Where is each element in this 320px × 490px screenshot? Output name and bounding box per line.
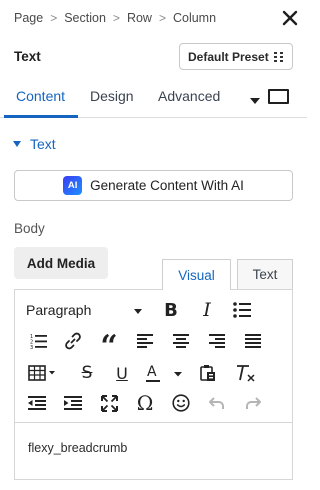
editor-toolbar: Paragraph B I 123 “ S U A Ω <box>15 290 292 423</box>
tab-content[interactable]: Content <box>16 88 65 104</box>
bullet-list-icon[interactable] <box>231 300 253 320</box>
numbered-list-icon[interactable]: 123 <box>27 331 49 351</box>
italic-icon[interactable]: I <box>196 299 218 321</box>
tab-design[interactable]: Design <box>90 88 134 104</box>
tab-visual-editor[interactable]: Visual <box>162 259 231 290</box>
svg-text:A: A <box>147 364 157 380</box>
body-label: Body <box>14 221 45 236</box>
section-label: Text <box>30 136 56 152</box>
breadcrumb-page[interactable]: Page <box>14 11 43 25</box>
align-justify-icon[interactable] <box>243 332 263 350</box>
grid-icon <box>273 51 283 62</box>
triangle-down-icon <box>13 141 21 147</box>
generate-ai-button[interactable]: AI Generate Content With AI <box>14 170 293 201</box>
element-title: Text <box>14 49 41 64</box>
breadcrumb: Page > Section > Row > Column <box>14 11 216 25</box>
preset-dropdown-button[interactable]: Default Preset <box>179 43 293 70</box>
clear-formatting-icon[interactable] <box>233 361 257 385</box>
emoji-icon[interactable] <box>170 392 192 414</box>
chevron-right-icon: > <box>158 11 166 25</box>
add-media-button[interactable]: Add Media <box>14 247 108 279</box>
breadcrumb-row[interactable]: Row <box>127 11 152 25</box>
generate-ai-label: Generate Content With AI <box>90 178 244 193</box>
chevron-right-icon: > <box>50 11 58 25</box>
editor-content[interactable]: flexy_breadcrumb <box>28 441 127 455</box>
format-select-value: Paragraph <box>26 302 92 318</box>
outdent-icon[interactable] <box>27 394 47 412</box>
special-character-icon[interactable]: Ω <box>133 391 157 415</box>
caret-down-icon <box>134 309 142 314</box>
svg-text:3: 3 <box>30 345 33 349</box>
indent-icon[interactable] <box>63 394 83 412</box>
ai-icon: AI <box>63 176 83 195</box>
align-left-icon[interactable] <box>135 332 155 350</box>
preset-label: Default Preset <box>188 49 269 64</box>
breadcrumb-column[interactable]: Column <box>173 11 216 25</box>
breadcrumb-section[interactable]: Section <box>64 11 106 25</box>
close-icon[interactable] <box>281 9 299 27</box>
rich-text-editor: Paragraph B I 123 “ S U A Ω flexy_breadc… <box>14 289 293 480</box>
undo-icon[interactable] <box>206 393 228 413</box>
responsive-view-icon[interactable] <box>268 89 289 104</box>
fullscreen-icon[interactable] <box>99 393 119 413</box>
strikethrough-icon[interactable]: S <box>76 362 98 384</box>
caret-down-icon[interactable] <box>250 92 260 110</box>
section-toggle-text[interactable]: Text <box>13 136 56 152</box>
tab-text-editor[interactable]: Text <box>237 259 293 289</box>
redo-icon[interactable] <box>242 393 264 413</box>
format-select[interactable]: Paragraph <box>26 302 91 318</box>
active-tab-indicator <box>4 115 78 118</box>
align-center-icon[interactable] <box>171 332 191 350</box>
text-color-icon[interactable]: A <box>144 362 184 386</box>
link-icon[interactable] <box>62 331 84 351</box>
blockquote-icon[interactable]: “ <box>98 330 120 362</box>
paste-text-icon[interactable] <box>198 363 218 383</box>
bold-icon[interactable]: B <box>160 299 182 321</box>
underline-icon[interactable]: U <box>111 362 133 384</box>
tab-bar: Content Design Advanced <box>0 80 307 118</box>
chevron-right-icon: > <box>112 11 120 25</box>
table-icon[interactable] <box>27 363 59 383</box>
align-right-icon[interactable] <box>207 332 227 350</box>
tab-advanced[interactable]: Advanced <box>158 88 220 104</box>
